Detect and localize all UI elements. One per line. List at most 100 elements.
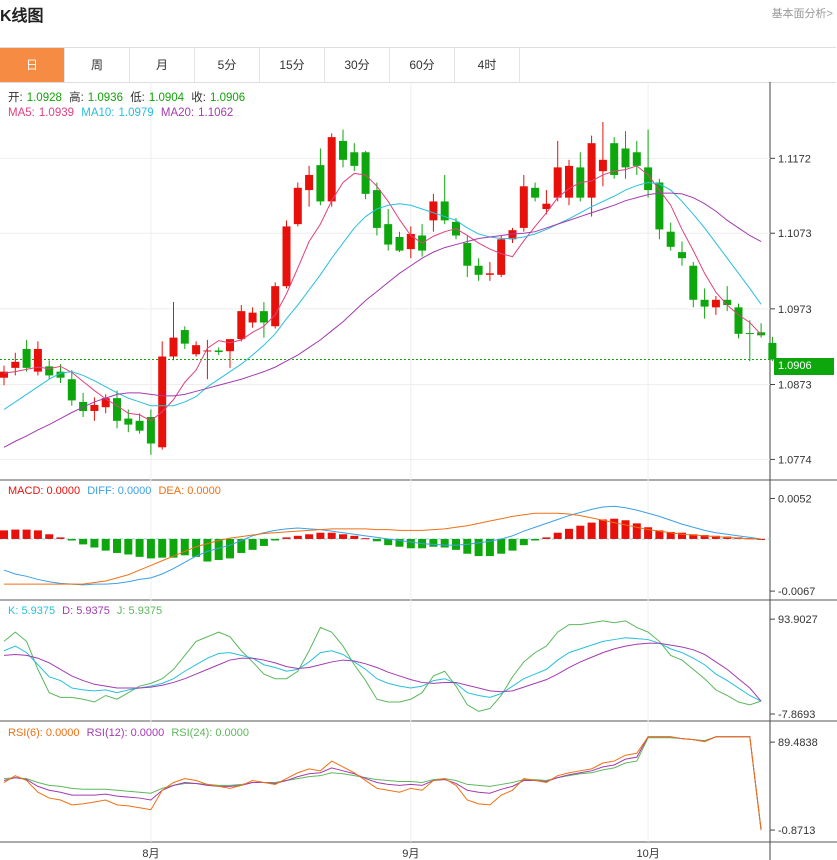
macd-bar xyxy=(327,532,336,539)
tab-1[interactable]: 周 xyxy=(65,48,130,82)
macd-bar xyxy=(576,525,585,539)
candle-body xyxy=(226,339,234,352)
candle-body xyxy=(339,140,347,160)
candle-body xyxy=(734,307,743,334)
tab-2[interactable]: 月 xyxy=(130,48,195,82)
candle-body xyxy=(113,398,121,421)
tab-5[interactable]: 30分 xyxy=(325,48,390,82)
ma10-line xyxy=(3,182,762,410)
macd-bar xyxy=(361,538,370,540)
kline-chart[interactable]: 8月 9月 10月 1.1172 1.1073 1.0973 1.0873 1.0774 0.0… xyxy=(0,82,837,860)
macd-bar xyxy=(158,538,167,558)
candle-body xyxy=(598,159,607,172)
macd-tick-label: 0.0052 xyxy=(778,493,812,505)
tab-4[interactable]: 15分 xyxy=(260,48,325,82)
macd-bar xyxy=(531,538,540,541)
macd-bar xyxy=(339,534,347,539)
ma20-label: MA20: xyxy=(160,107,195,119)
candle-body xyxy=(259,311,268,323)
macd-bar xyxy=(519,538,528,546)
candle-body xyxy=(610,143,619,175)
rsi24-label: RSI(24): 0.0000 xyxy=(171,727,249,739)
candle-body xyxy=(384,224,393,245)
candle-body xyxy=(282,226,291,287)
candle-body xyxy=(406,233,415,250)
candle-body xyxy=(429,201,438,221)
price-tick-label: 1.1172 xyxy=(778,153,811,165)
d-label: D: 5.9375 xyxy=(62,605,110,617)
macd-bar xyxy=(598,519,607,539)
low-label: 低: xyxy=(130,92,145,104)
candle-body xyxy=(248,312,257,323)
candle-body xyxy=(33,348,42,372)
ma-readout: MA5: 1.0939 MA10: 1.0979 MA20: 1.1062 xyxy=(8,107,237,119)
macd-bar xyxy=(33,530,42,539)
macd-bar xyxy=(350,535,359,539)
rsi-readout: RSI(6): 0.0000 RSI(12): 0.0000 RSI(24): … xyxy=(8,727,253,739)
candle-body xyxy=(565,165,573,198)
macd-bar xyxy=(101,538,110,551)
rsi-tick-label: 89.4838 xyxy=(778,737,818,749)
k-label: K: 5.9375 xyxy=(8,605,56,617)
candle-body xyxy=(678,252,686,259)
low-value: 1.0904 xyxy=(148,92,185,104)
candle-body xyxy=(587,143,596,198)
macd-bar xyxy=(146,538,155,559)
candle-body xyxy=(632,152,641,166)
macd-label: MACD: 0.0000 xyxy=(8,485,81,497)
candle-body xyxy=(621,148,630,168)
candle-body xyxy=(463,243,472,266)
candle-body xyxy=(327,137,336,202)
ma5-line xyxy=(3,165,762,422)
macd-bar xyxy=(67,538,76,541)
candle-body xyxy=(67,379,76,401)
candle-body xyxy=(700,299,709,307)
macd-bar xyxy=(587,522,596,539)
macd-bar xyxy=(621,520,630,539)
price-tick-label: 1.1073 xyxy=(778,228,812,240)
rsi12-line xyxy=(3,736,762,831)
macd-bar xyxy=(406,538,415,549)
macd-bar xyxy=(282,537,291,539)
ma5-label: MA5: xyxy=(8,107,35,119)
ma10-value: 1.0979 xyxy=(118,107,154,119)
macd-bar xyxy=(542,537,551,539)
macd-tick-label: -0.0067 xyxy=(778,586,815,598)
candle-body xyxy=(169,337,178,357)
tab-0[interactable]: 日 xyxy=(0,48,65,82)
macd-bar xyxy=(440,538,449,548)
macd-bar xyxy=(79,538,88,545)
open-value: 1.0928 xyxy=(26,92,62,104)
close-label: 收: xyxy=(191,92,206,104)
macd-bar xyxy=(113,538,121,553)
candle-body xyxy=(90,404,99,411)
kdj-tick-label: -7.8693 xyxy=(778,709,815,721)
date-tick-label: 9月 xyxy=(402,848,419,860)
tab-3[interactable]: 5分 xyxy=(195,48,260,82)
candle-body xyxy=(124,418,133,425)
tab-6[interactable]: 60分 xyxy=(390,48,455,82)
candle-body xyxy=(158,356,167,448)
candle-body xyxy=(203,350,212,352)
tab-7[interactable]: 4时 xyxy=(455,48,520,82)
candle-body xyxy=(361,152,370,194)
ma5-value: 1.0939 xyxy=(38,107,75,119)
candle-body xyxy=(553,167,562,198)
candle-body xyxy=(474,265,483,275)
price-tick-label: 1.0774 xyxy=(778,454,812,466)
date-tick-label: 8月 xyxy=(142,848,159,860)
macd-bar xyxy=(11,529,20,539)
page-title: K线图 xyxy=(0,8,44,25)
candle-body xyxy=(519,186,528,228)
candle-body xyxy=(350,152,359,166)
fundamental-analysis-link[interactable]: 基本面分析> xyxy=(772,5,833,21)
rsi12-label: RSI(12): 0.0000 xyxy=(86,727,165,739)
ma20-value: 1.1062 xyxy=(198,107,234,119)
macd-bar xyxy=(248,538,257,550)
macd-bar xyxy=(497,538,506,554)
candle-body xyxy=(395,236,404,251)
macd-bar xyxy=(226,538,234,559)
candle-body xyxy=(79,401,88,411)
candle-body xyxy=(757,332,766,336)
diff-label: DIFF: 0.0000 xyxy=(87,485,152,497)
